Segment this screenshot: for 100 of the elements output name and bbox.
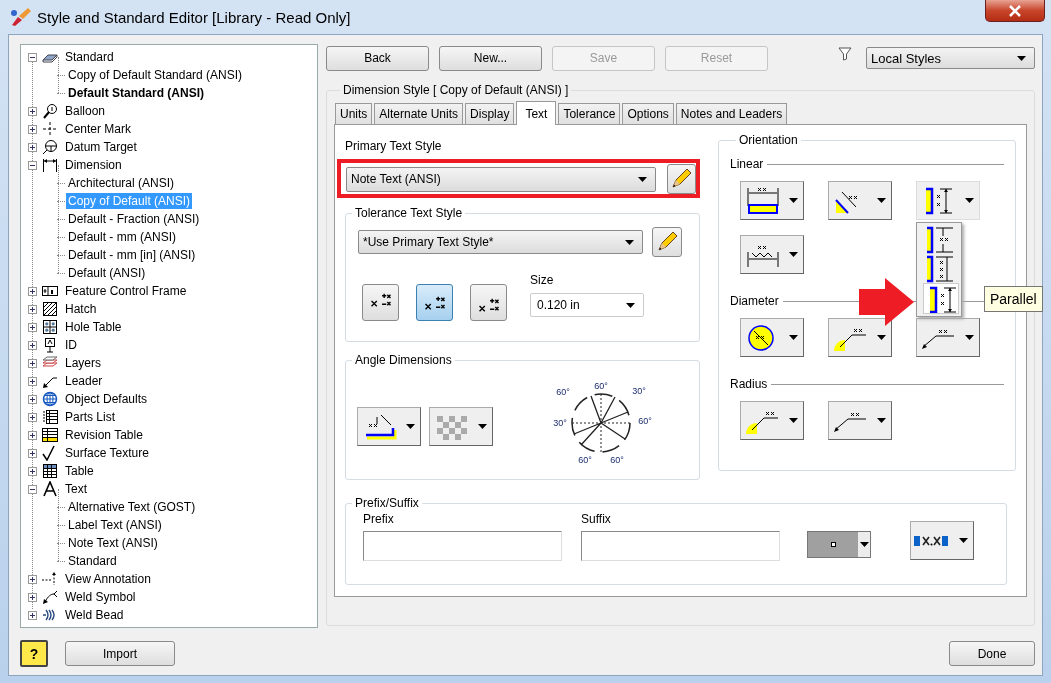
expand-toggle[interactable] xyxy=(28,142,37,152)
expand-toggle[interactable] xyxy=(28,484,37,494)
expand-toggle[interactable] xyxy=(28,610,37,620)
field-label: Size xyxy=(530,273,555,287)
tree-item[interactable]: Datum Target xyxy=(63,139,139,155)
filter-dropdown[interactable]: Local Styles xyxy=(866,47,1035,69)
caret-icon xyxy=(877,335,886,340)
expand-toggle[interactable] xyxy=(28,106,37,116)
toolbar-button[interactable]: New... xyxy=(439,45,542,71)
expand-toggle[interactable] xyxy=(28,124,37,134)
tree-item[interactable]: Revision Table xyxy=(63,427,145,443)
tree-item[interactable]: Hole Table xyxy=(63,319,124,335)
expand-toggle[interactable] xyxy=(28,574,37,584)
tolerance-format-button[interactable] xyxy=(362,284,399,321)
tab[interactable]: Alternate Units xyxy=(374,103,464,124)
tree-item[interactable]: Surface Texture xyxy=(63,445,151,461)
import-button[interactable]: Import xyxy=(65,641,175,666)
linear-dimension-button[interactable] xyxy=(740,181,804,220)
tab[interactable]: Notes and Leaders xyxy=(675,103,788,124)
close-button[interactable] xyxy=(985,0,1045,22)
tab[interactable]: Tolerance xyxy=(558,103,621,124)
tree-item[interactable]: Default - mm (ANSI) xyxy=(66,229,178,245)
menu-option[interactable] xyxy=(923,283,959,314)
expand-toggle[interactable] xyxy=(28,412,37,422)
tree-item[interactable]: Center Mark xyxy=(63,121,134,137)
caret-icon xyxy=(626,302,635,308)
suffix-field[interactable] xyxy=(581,531,780,561)
expand-toggle[interactable] xyxy=(28,394,37,404)
tree-item[interactable]: Leader xyxy=(63,373,105,389)
tab[interactable]: Options xyxy=(622,103,674,124)
leader-button[interactable] xyxy=(828,401,892,440)
tree-item[interactable]: Object Defaults xyxy=(63,391,150,407)
tab[interactable]: Text xyxy=(516,101,557,125)
arc-leader-button[interactable] xyxy=(828,318,892,357)
symbol-dropdown[interactable] xyxy=(807,531,871,558)
tree-item[interactable]: Dimension xyxy=(63,157,124,173)
expand-toggle[interactable] xyxy=(28,286,37,296)
angle-style-button[interactable] xyxy=(357,407,421,446)
expand-toggle[interactable] xyxy=(28,52,37,62)
arc-leader-button[interactable] xyxy=(740,401,804,440)
help-button[interactable]: ? xyxy=(20,640,48,667)
tree-item[interactable]: Balloon xyxy=(63,103,108,119)
tree-item[interactable]: Weld Bead xyxy=(63,607,126,623)
diameter-circle-button[interactable] xyxy=(740,318,804,357)
size-dropdown[interactable]: 0.120 in xyxy=(530,293,644,317)
tree-item[interactable]: Feature Control Frame xyxy=(63,283,189,299)
tree-item[interactable]: Default - Fraction (ANSI) xyxy=(66,211,202,227)
done-button[interactable]: Done xyxy=(949,641,1035,666)
expand-toggle[interactable] xyxy=(28,466,37,476)
filter-icon[interactable] xyxy=(838,47,852,61)
magnifier-icon xyxy=(42,103,58,119)
tree-item[interactable]: Copy of Default Standard (ANSI) xyxy=(66,67,245,83)
tree-item[interactable]: Default - mm [in] (ANSI) xyxy=(66,247,198,263)
edit-style-button[interactable] xyxy=(666,164,696,194)
dimension-icon xyxy=(42,157,58,173)
expand-toggle[interactable] xyxy=(28,430,37,440)
tree-item[interactable]: Standard xyxy=(63,49,116,65)
tree-item[interactable]: Alternative Text (GOST) xyxy=(66,499,198,515)
group-title: Dimension Style [ Copy of Default (ANSI) ] xyxy=(342,83,570,97)
tree-item[interactable]: Hatch xyxy=(63,301,99,317)
tree-item[interactable]: Text xyxy=(63,481,89,497)
angle-style-button[interactable] xyxy=(429,407,493,446)
tree-item[interactable]: Layers xyxy=(63,355,104,371)
symbol-placement-button[interactable] xyxy=(910,521,974,560)
stacked-dimension-button[interactable] xyxy=(740,235,804,274)
toolbar-button[interactable]: Back xyxy=(326,45,429,71)
tree-item[interactable]: Note Text (ANSI) xyxy=(66,535,160,551)
parallel-dimension-button[interactable] xyxy=(916,181,980,220)
caret-icon xyxy=(877,418,886,423)
expand-toggle[interactable] xyxy=(28,340,37,350)
aligned-dimension-button[interactable] xyxy=(828,181,892,220)
tree-item[interactable]: Standard xyxy=(66,553,119,569)
tree-item[interactable]: View Annotation xyxy=(63,571,153,587)
leader-button[interactable] xyxy=(916,318,980,357)
tree-item[interactable]: Weld Symbol xyxy=(63,589,138,605)
weld-leader-icon xyxy=(42,589,58,605)
prefix-field[interactable] xyxy=(363,531,562,561)
tree-item[interactable]: ID xyxy=(63,337,79,353)
tolerance-format-button[interactable] xyxy=(416,284,453,321)
expand-toggle[interactable] xyxy=(28,358,37,368)
tree-item[interactable]: Default (ANSI) xyxy=(66,265,148,281)
tree-item[interactable]: Default Standard (ANSI) xyxy=(66,85,206,101)
tolerance-format-button[interactable] xyxy=(470,284,507,321)
text-style-dropdown[interactable]: Note Text (ANSI) xyxy=(346,166,656,192)
caret-icon xyxy=(789,252,798,257)
expand-toggle[interactable] xyxy=(28,448,37,458)
expand-toggle[interactable] xyxy=(28,304,37,314)
tree-item[interactable]: Label Text (ANSI) xyxy=(66,517,164,533)
tab[interactable]: Display xyxy=(465,103,515,124)
expand-toggle[interactable] xyxy=(28,322,37,332)
tab[interactable]: Units xyxy=(335,103,373,124)
edit-style-button[interactable] xyxy=(652,227,682,257)
tree-item[interactable]: Architectural (ANSI) xyxy=(66,175,177,191)
window-title: Style and Standard Editor [Library - Read Only] xyxy=(37,8,351,26)
expand-toggle[interactable] xyxy=(28,160,37,170)
tree-item[interactable]: Parts List xyxy=(63,409,117,425)
expand-toggle[interactable] xyxy=(28,592,37,602)
tree-item[interactable]: Table xyxy=(63,463,96,479)
expand-toggle[interactable] xyxy=(28,376,37,386)
tolerance-style-dropdown[interactable]: *Use Primary Text Style* xyxy=(358,230,643,254)
